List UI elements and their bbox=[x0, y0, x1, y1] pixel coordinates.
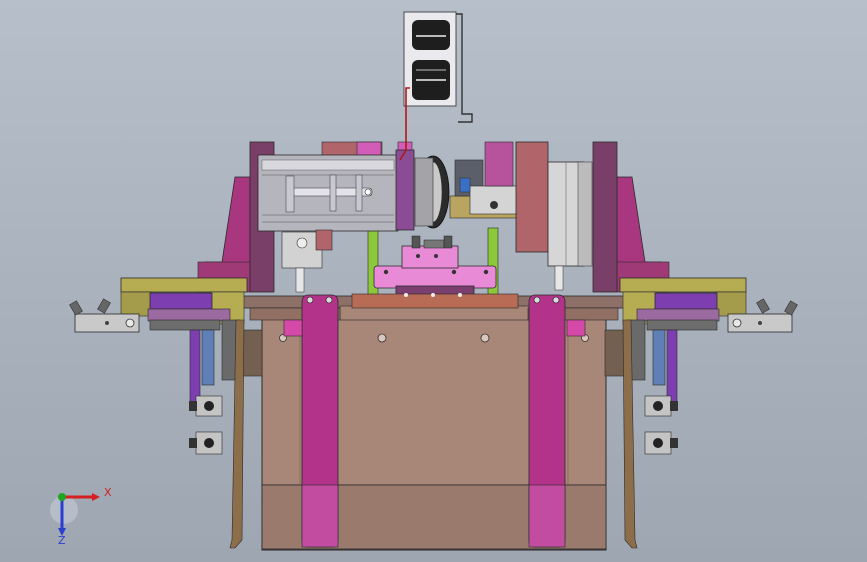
x-axis-label: X bbox=[104, 486, 112, 499]
right-wing-assembly bbox=[592, 141, 798, 549]
right-magenta-arm bbox=[528, 294, 566, 548]
y-axis-dot bbox=[58, 493, 66, 501]
right-accent-block bbox=[566, 319, 586, 337]
top-sensor-assembly bbox=[399, 11, 473, 161]
cad-viewport[interactable]: X Z bbox=[0, 0, 867, 562]
left-accent-block bbox=[283, 319, 303, 337]
left-wing-assembly bbox=[69, 141, 275, 549]
left-magenta-arm bbox=[301, 294, 339, 548]
coordinate-triad: X Z bbox=[50, 486, 112, 547]
z-axis-label: Z bbox=[58, 534, 66, 547]
